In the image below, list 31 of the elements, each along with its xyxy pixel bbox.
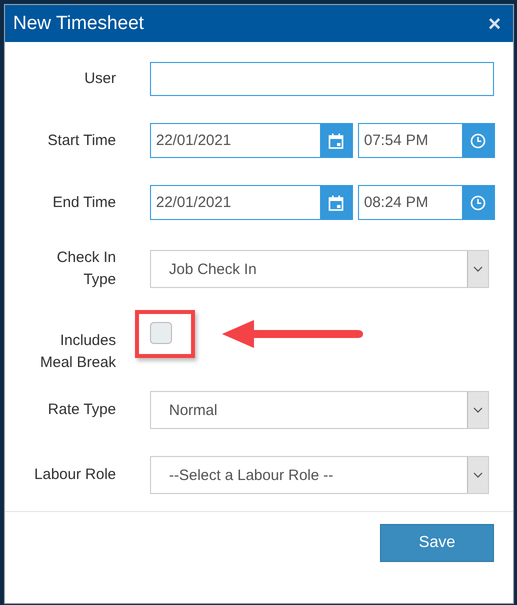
clock-icon [470, 194, 486, 210]
date-field[interactable]: 22/01/2021 [150, 123, 353, 158]
field-label: End Time [52, 192, 116, 212]
dropdown[interactable]: --Select a Labour Role -- [150, 456, 489, 494]
time-field[interactable]: 08:24 PM [358, 185, 495, 220]
field-label: Start Time [46, 130, 116, 150]
dropdown[interactable]: Job Check In [150, 250, 489, 288]
calendar-icon [328, 194, 344, 210]
window-title: New Timesheet [13, 12, 144, 34]
clock-button[interactable] [462, 186, 494, 219]
clock-button[interactable] [462, 124, 494, 157]
field-label: Check In Type [56, 248, 116, 290]
save-button[interactable]: Save [380, 524, 494, 562]
field-label: Labour Role [33, 465, 116, 485]
chevron-down-icon [473, 407, 483, 413]
dropdown[interactable]: Normal [150, 391, 489, 429]
field-label: Rate Type [46, 400, 116, 420]
chevron-down-icon [473, 266, 483, 272]
calendar-button[interactable] [320, 124, 352, 157]
input-field[interactable] [150, 62, 494, 96]
checkbox[interactable] [150, 322, 172, 344]
date-field[interactable]: 22/01/2021 [150, 185, 353, 220]
highlight-frame [135, 310, 195, 358]
calendar-icon [328, 132, 344, 148]
chevron-down-icon [473, 472, 483, 478]
close-button[interactable]: × [484, 12, 505, 34]
calendar-button[interactable] [320, 186, 352, 219]
time-field[interactable]: 07:54 PM [358, 123, 495, 158]
field-label: User [83, 69, 116, 89]
field-label: Includes Meal Break [39, 331, 116, 373]
clock-icon [470, 132, 486, 148]
